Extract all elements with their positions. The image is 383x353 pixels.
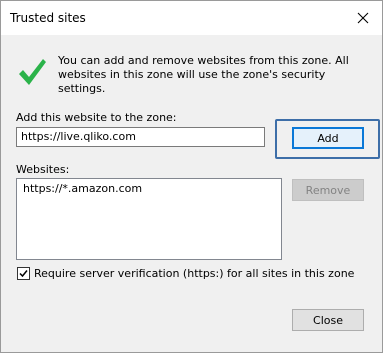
require-verification-label[interactable]: Require server verification (https:) for… (34, 267, 354, 280)
websites-label: Websites: (16, 163, 70, 176)
close-button-label: Close (313, 313, 343, 327)
require-verification-checkbox[interactable] (17, 267, 30, 280)
remove-button-label: Remove (305, 183, 351, 197)
add-website-label: Add this website to the zone: (16, 111, 177, 124)
list-item[interactable]: https://*.amazon.com (23, 182, 142, 196)
close-icon[interactable] (351, 7, 375, 29)
websites-list[interactable]: https://*.amazon.com (16, 178, 282, 260)
remove-button[interactable]: Remove (292, 179, 364, 201)
dialog-title: Trusted sites (10, 11, 86, 25)
close-button[interactable]: Close (292, 309, 364, 331)
info-text: You can add and remove websites from thi… (58, 54, 349, 95)
checkbox-check-icon (19, 270, 28, 278)
title-bar: Trusted sites (1, 1, 382, 35)
checkmark-icon (17, 56, 47, 88)
add-button-label: Add (317, 131, 339, 145)
trusted-sites-dialog: Trusted sites You can add and remove web… (0, 0, 383, 353)
website-input[interactable]: https://live.qliko.com (16, 127, 265, 147)
add-button[interactable]: Add (292, 127, 364, 149)
